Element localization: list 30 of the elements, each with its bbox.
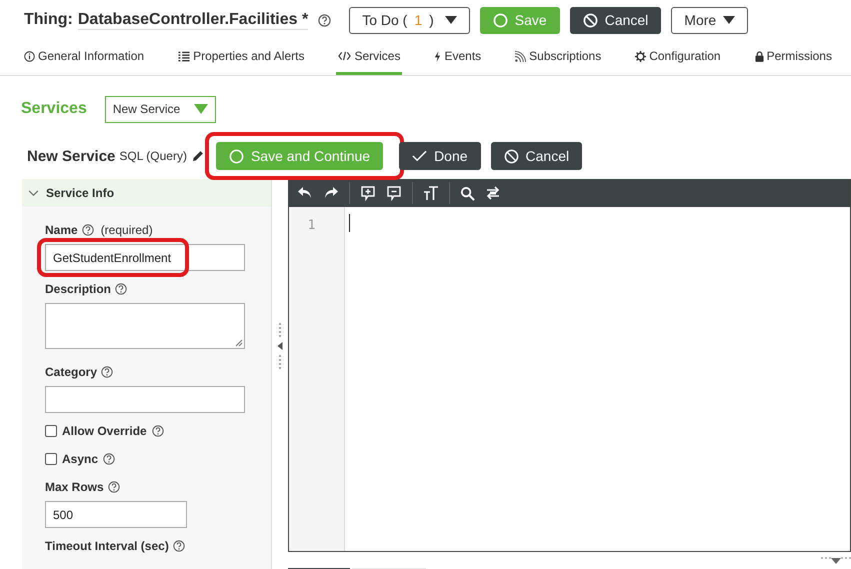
text-input[interactable]: GetStudentEnrollment <box>45 244 245 271</box>
tab[interactable]: Permissions <box>752 40 834 75</box>
todo-dropdown[interactable]: To Do ( 1 ) <box>349 6 470 34</box>
cancel-button[interactable]: Cancel <box>570 6 662 34</box>
field-label: Description <box>45 282 112 296</box>
field-label: Category <box>45 365 98 379</box>
done-button[interactable]: Done <box>399 142 481 170</box>
field-label: Allow Override <box>62 424 147 438</box>
section-heading: Services <box>21 100 87 118</box>
page-title: DatabaseController.Facilities * <box>78 10 308 30</box>
required-note: (required) <box>100 223 153 237</box>
new-service-dropdown[interactable]: New Service <box>104 96 216 122</box>
cancel-button[interactable]: Cancel <box>490 142 582 170</box>
page-title-label: Thing: <box>24 11 73 29</box>
tab[interactable]: Subscriptions <box>513 40 604 75</box>
panel-header[interactable]: Service Info <box>22 179 271 207</box>
service-type: SQL (Query) <box>119 149 187 163</box>
tab[interactable]: Properties and Alerts <box>176 40 306 75</box>
service-title: New Service <box>27 148 116 164</box>
tab[interactable]: Events <box>432 40 484 75</box>
tab[interactable]: Services <box>336 40 402 75</box>
more-dropdown[interactable]: More <box>671 6 748 34</box>
tab[interactable]: Configuration <box>633 40 723 75</box>
line-number: 1 <box>308 218 316 233</box>
field-label: Name <box>45 223 78 237</box>
tab[interactable]: General Information <box>22 40 146 75</box>
field-label: Async <box>62 452 98 466</box>
max-rows-input[interactable]: 500 <box>45 501 187 528</box>
field-label: Max Rows <box>45 480 104 494</box>
field-label: Timeout Interval (sec) <box>45 539 169 553</box>
